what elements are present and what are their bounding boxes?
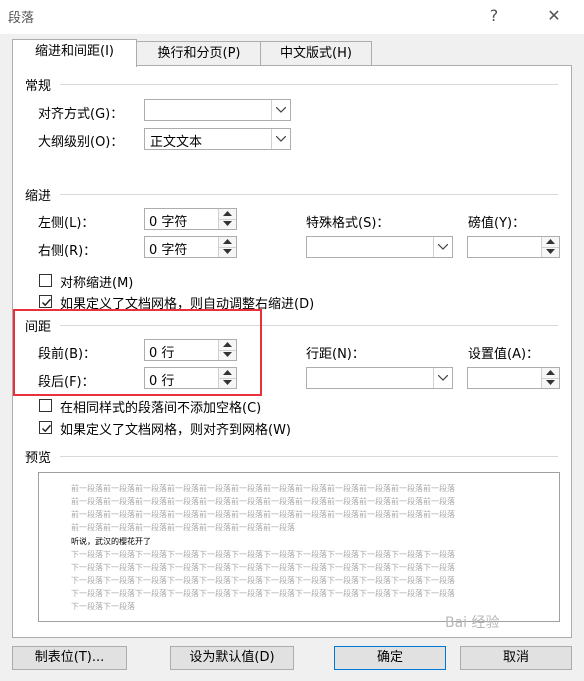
preview-divider [60,456,558,457]
help-button[interactable]: ? [480,4,508,28]
indent-divider [60,194,558,195]
preview-prev-line: 前一段落前一段落前一段落前一段落前一段落前一段落前一段落前一段落前一段落前一段落… [71,497,455,506]
preview-next-line: 下一段落下一段落 [71,602,135,611]
line-spacing-label: 行距(N)： [306,347,365,362]
right-indent-label: 右侧(R)： [38,244,97,259]
window-title: 段落 [8,11,35,26]
chevron-down-icon [271,100,290,120]
indent-by-spinner[interactable] [467,236,560,258]
preview-current-line: 听说，武汉的樱花开了 [71,537,151,546]
line-spacing-select[interactable] [306,367,453,389]
general-section-title: 常规 [25,79,52,94]
special-format-label: 特殊格式(S)： [306,216,390,231]
left-indent-value: 0 字符 [149,215,188,230]
preview-next-line: 下一段落下一段落下一段落下一段落下一段落下一段落下一段落下一段落下一段落下一段落… [71,550,455,559]
chevron-down-icon [271,129,290,149]
right-indent-spinner[interactable]: 0 字符 [144,236,237,258]
close-button[interactable]: ✕ [540,4,568,28]
spin-down-button[interactable] [219,219,236,229]
left-indent-label: 左侧(L)： [38,216,95,231]
spin-down-button[interactable] [542,247,559,257]
spacing-at-spinner[interactable] [467,367,560,389]
spacing-at-label: 设置值(A)： [468,347,540,362]
auto-adjust-checkbox[interactable] [39,295,52,308]
chevron-down-icon [433,368,452,388]
chevron-down-icon [433,237,452,257]
preview-prev-line: 前一段落前一段落前一段落前一段落前一段落前一段落前一段落 [71,523,295,532]
outline-level-value: 正文文本 [150,135,203,150]
indent-by-label: 磅值(Y)： [468,216,526,231]
spin-down-button[interactable] [219,247,236,257]
left-indent-spinner[interactable]: 0 字符 [144,208,237,230]
watermark: Bai 经验 [445,615,500,631]
preview-next-line: 下一段落下一段落下一段落下一段落下一段落下一段落下一段落下一段落下一段落下一段落… [71,563,455,572]
preview-section-title: 预览 [25,451,52,466]
preview-prev-line: 前一段落前一段落前一段落前一段落前一段落前一段落前一段落前一段落前一段落前一段落… [71,484,455,493]
alignment-label: 对齐方式(G)： [38,107,124,122]
mirror-indent-checkbox[interactable] [39,274,52,287]
outline-level-label: 大纲级别(O)： [38,135,124,150]
tab-indents-spacing[interactable]: 缩进和间距(I) [12,39,137,67]
preview-next-line: 下一段落下一段落下一段落下一段落下一段落下一段落下一段落下一段落下一段落下一段落… [71,576,455,585]
no-space-same-style-label: 在相同样式的段落间不添加空格(C) [60,401,262,416]
general-divider [60,84,558,85]
snap-to-grid-label: 如果定义了文档网格，则对齐到网格(W) [60,423,291,438]
checkmark-icon [41,424,52,433]
alignment-select[interactable] [144,99,291,121]
highlight-annotation [13,309,262,396]
ok-button[interactable]: 确定 [334,646,446,670]
snap-to-grid-checkbox[interactable] [39,421,52,434]
tabs-button[interactable]: 制表位(T)... [12,646,127,670]
cancel-button[interactable]: 取消 [460,646,572,670]
right-indent-value: 0 字符 [149,243,188,258]
preview-next-line: 下一段落下一段落下一段落下一段落下一段落下一段落下一段落下一段落下一段落下一段落… [71,589,455,598]
indent-section-title: 缩进 [25,189,52,204]
preview-prev-line: 前一段落前一段落前一段落前一段落前一段落前一段落前一段落前一段落前一段落前一段落… [71,510,455,519]
no-space-same-style-checkbox[interactable] [39,399,52,412]
tab-asian-typography[interactable]: 中文版式(H) [260,41,372,66]
spin-down-button[interactable] [542,378,559,388]
special-format-select[interactable] [306,236,453,258]
mirror-indent-label: 对称缩进(M) [60,276,134,291]
outline-level-select[interactable]: 正文文本 [144,128,291,150]
preview-box: 前一段落前一段落前一段落前一段落前一段落前一段落前一段落前一段落前一段落前一段落… [38,472,560,622]
checkmark-icon [41,298,52,307]
tab-line-page-breaks[interactable]: 换行和分页(P) [136,41,262,66]
set-default-button[interactable]: 设为默认值(D) [170,646,294,670]
